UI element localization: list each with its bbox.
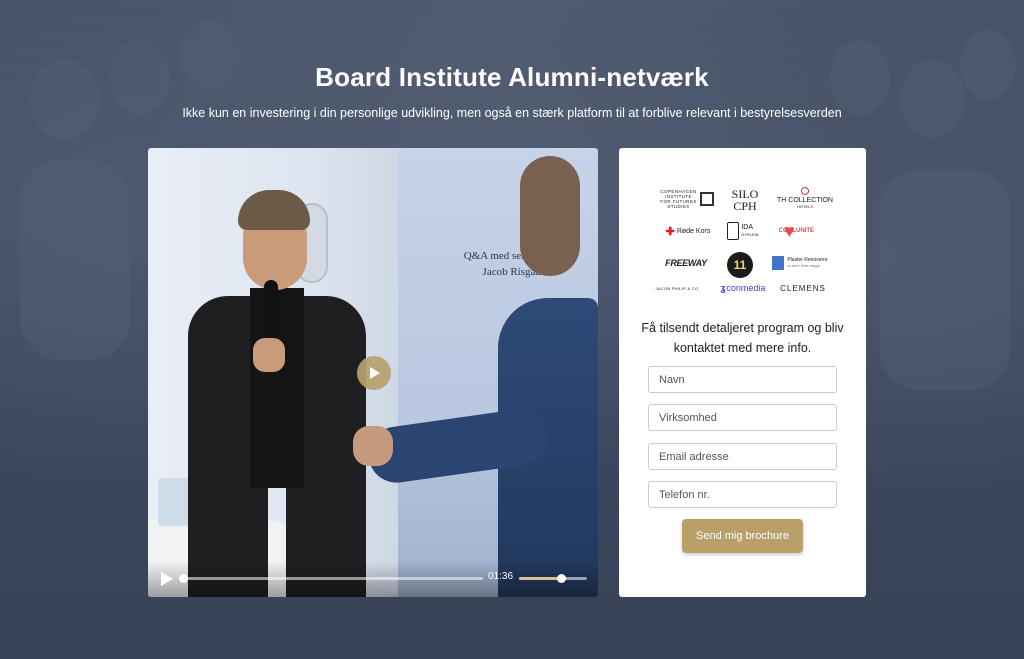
video-seek-bar[interactable]	[179, 574, 483, 583]
logo-plaster-renoverre: Plaster Renoverre ny æra i flotte vægge	[769, 254, 831, 272]
logo-silo-cph: SILO CPH	[731, 187, 759, 213]
video-frame-speaker	[168, 188, 398, 597]
logo-conmedia: ʓ conmedia	[720, 283, 766, 293]
video-frame-audience-member	[353, 148, 598, 597]
logo-copenhagen-institute: COPENHAGEN INSTITUTE FOR FUTURES STUDIES	[657, 188, 717, 210]
page-subtitle: Ikke kun en investering i din personlige…	[182, 106, 842, 120]
send-brochure-button[interactable]: Send mig brochure	[682, 519, 803, 553]
controls-play-icon[interactable]	[160, 571, 174, 587]
name-field[interactable]	[648, 366, 837, 393]
logo-coolunite: ♥ COOLUNITE	[778, 220, 815, 241]
video-controls: 01:36	[148, 561, 598, 597]
video-time: 01:36	[488, 571, 514, 582]
company-field[interactable]	[648, 404, 837, 431]
form-heading: Få tilsendt detaljeret program og bliv k…	[641, 321, 844, 355]
logo-freeway: FREEWAY	[665, 258, 707, 268]
logo-th-collection: TH COLLECTION HOTELS	[773, 184, 837, 212]
video-play-button[interactable]	[357, 356, 391, 390]
email-field[interactable]	[648, 443, 837, 470]
logo-rode-kors: ✚ Røde Kors	[665, 225, 711, 238]
volume-slider[interactable]	[519, 574, 587, 583]
volume-level	[519, 577, 562, 580]
play-icon	[370, 367, 380, 379]
seek-bar-handle[interactable]	[179, 574, 188, 583]
video-player[interactable]: Q&A med serieinvestor Jacob Risgaard 01:…	[148, 148, 598, 597]
brochure-card: COPENHAGEN INSTITUTE FOR FUTURES STUDIES…	[619, 148, 866, 597]
phone-field[interactable]	[648, 481, 837, 508]
logo-eleven: 11	[727, 252, 753, 278]
logo-jacob-philip: JACOB PHILIP & CO	[655, 285, 699, 291]
page-title: Board Institute Alumni-netværk	[315, 62, 709, 92]
volume-handle[interactable]	[557, 574, 567, 583]
logo-ida-dyrlein: IDA DYRLEIN	[723, 220, 763, 242]
logo-clemens: CLEMENS	[780, 283, 826, 293]
